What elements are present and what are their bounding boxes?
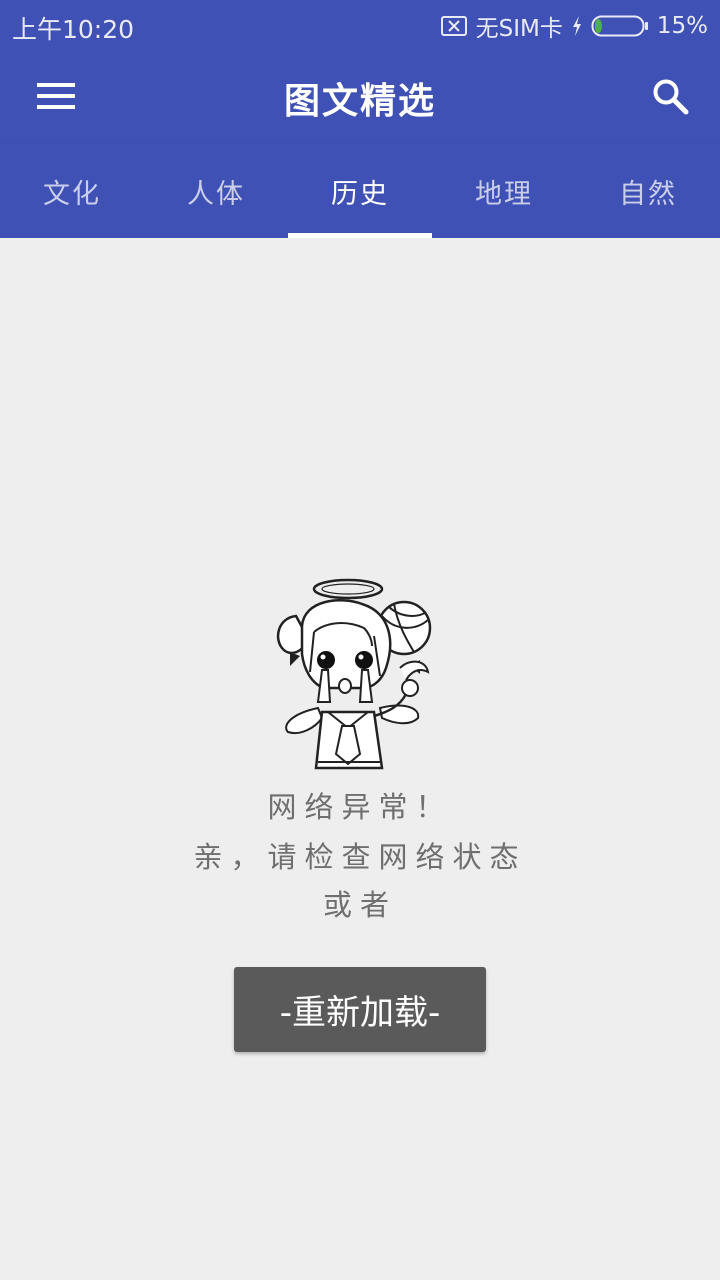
error-message-line1: 网络异常！ xyxy=(267,790,453,824)
no-sim-icon xyxy=(440,15,468,37)
crying-angel-illustration xyxy=(270,576,440,776)
network-error-view: 网络异常！ 亲，请检查网络状态 或者 -重新加载- xyxy=(0,238,720,1280)
app-toolbar: 图文精选 xyxy=(0,52,720,144)
hamburger-menu-icon xyxy=(36,81,76,115)
sim-status-text: 无SIM卡 xyxy=(475,16,563,42)
status-bar: 上午10:20 无SIM卡 15% xyxy=(0,0,720,52)
status-indicators: 无SIM卡 15% xyxy=(440,9,708,43)
tab-history[interactable]: 历史 xyxy=(288,144,432,238)
status-time: 上午10:20 xyxy=(12,15,135,44)
battery-percent: 15% xyxy=(656,13,708,39)
battery-icon xyxy=(591,14,649,38)
error-message-line3: 或者 xyxy=(322,888,397,922)
page-title: 图文精选 xyxy=(283,81,436,122)
menu-button[interactable] xyxy=(24,70,88,126)
search-button[interactable] xyxy=(638,70,702,126)
app-screen: 上午10:20 无SIM卡 15% 图文精选 文化 人体 历史 地理 自然 网络… xyxy=(0,0,720,1280)
tab-culture[interactable]: 文化 xyxy=(0,144,144,238)
search-icon xyxy=(651,77,689,119)
tab-geography[interactable]: 地理 xyxy=(432,144,576,238)
reload-button[interactable]: -重新加载- xyxy=(234,967,486,1052)
charging-bolt-icon xyxy=(571,15,583,37)
tab-human-body[interactable]: 人体 xyxy=(144,144,288,238)
category-tabs: 文化 人体 历史 地理 自然 xyxy=(0,144,720,238)
tab-nature[interactable]: 自然 xyxy=(576,144,720,238)
error-message-line2: 亲，请检查网络状态 xyxy=(193,840,527,874)
